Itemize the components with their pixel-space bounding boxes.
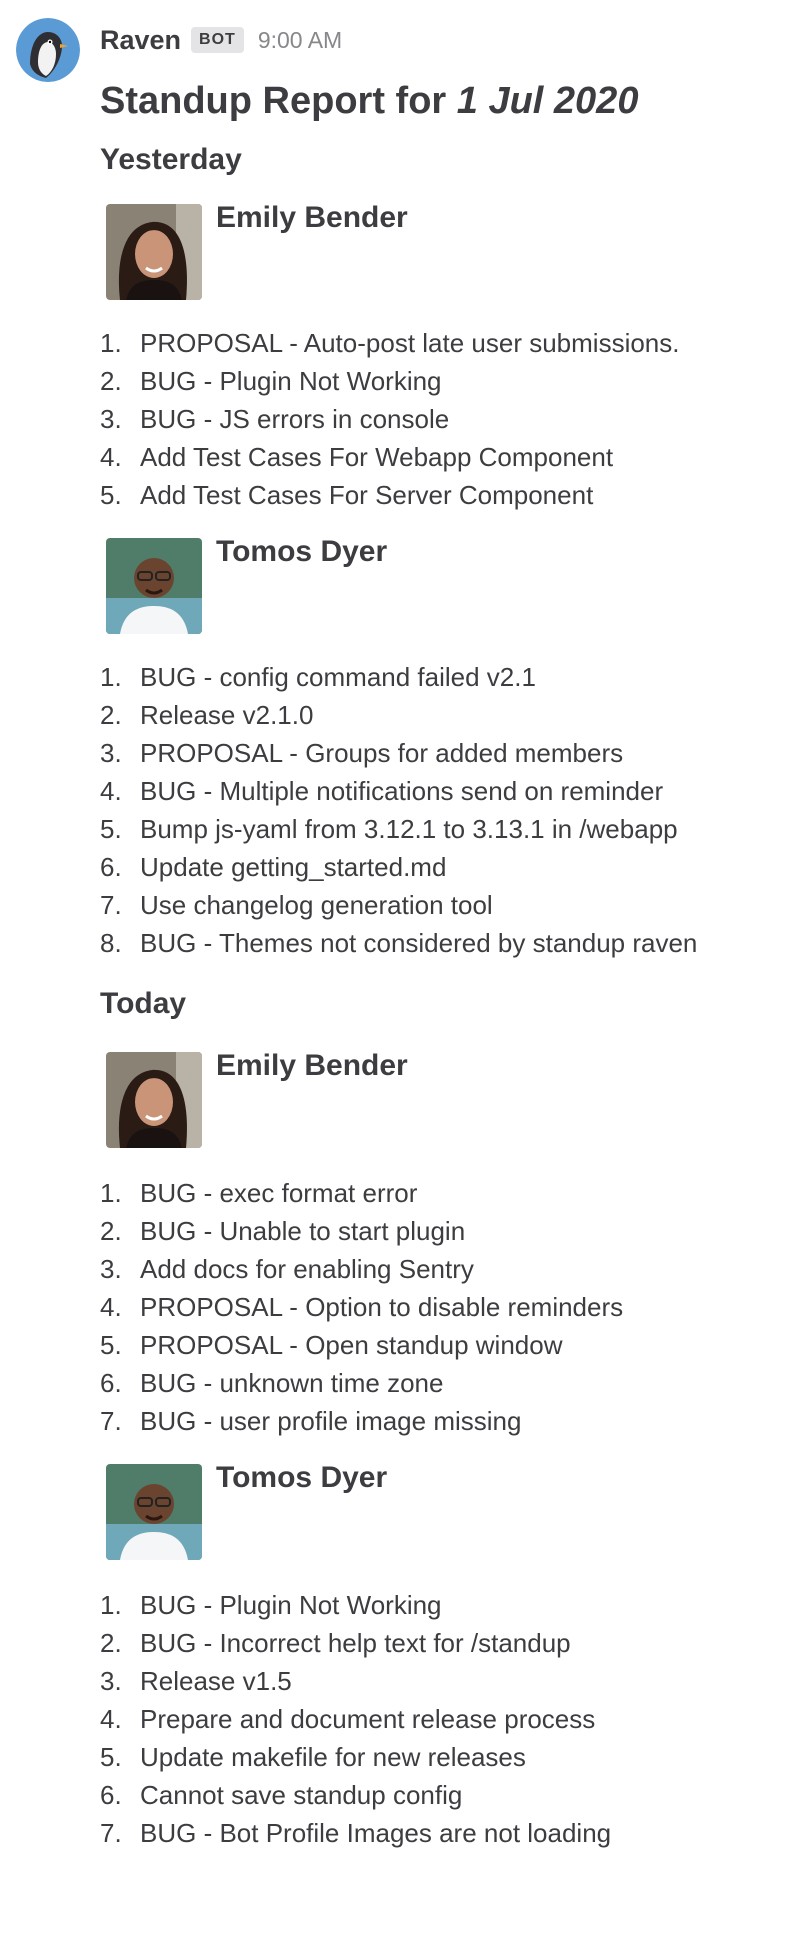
user-avatar[interactable] [106,1464,202,1560]
bot-badge: BOT [191,27,244,53]
list-item: 1. PROPOSAL - Auto-post late user submiss… [100,324,780,362]
list-item: 4. Add Test Cases For Webapp Component [100,438,780,476]
user-photo-icon [106,1464,202,1560]
list-item: 7. BUG - user profile image missing [100,1402,780,1440]
list-item: 1. BUG - config command failed v2.1 [100,658,780,696]
list-item: 5. Update makefile for new releases [100,1738,780,1776]
user-block: Emily Bender [100,1049,780,1148]
task-text: Add docs for enabling Sentry [140,1254,474,1284]
post-header: Raven BOT 9:00 AM [100,22,780,58]
list-item: 2. BUG - Unable to start plugin [100,1212,780,1250]
bot-avatar[interactable] [16,18,80,82]
chat-post: Raven BOT 9:00 AM Standup Report for 1 J… [0,0,800,1940]
task-text: BUG - Bot Profile Images are not loading [140,1818,612,1848]
section-heading-today: Today [100,987,187,1020]
user-photo-icon [106,538,202,634]
post-timestamp[interactable]: 9:00 AM [258,27,342,54]
task-text: PROPOSAL - Groups for added members [140,738,624,768]
list-item: 4. PROPOSAL - Option to disable reminders [100,1288,780,1326]
list-item: 2. BUG - Incorrect help text for /standup [100,1624,780,1662]
list-item: 7. BUG - Bot Profile Images are not loadi… [100,1814,780,1852]
list-item: 5. PROPOSAL - Open standup window [100,1326,780,1364]
task-text: BUG - Plugin Not Working [140,1590,442,1620]
task-text: BUG - Multiple notifications send on rem… [140,776,664,806]
task-text: BUG - user profile image missing [140,1406,522,1436]
task-text: BUG - unknown time zone [140,1368,444,1398]
user-name[interactable]: Emily Bender [216,1046,408,1086]
user-photo-icon [106,1052,202,1148]
list-item: 3. Add docs for enabling Sentry [100,1250,780,1288]
report-title-prefix: Standup Report for [100,80,457,122]
task-text: Add Test Cases For Webapp Component [140,442,614,472]
penguin-avatar-icon [16,18,80,82]
list-item: 4. Prepare and document release process [100,1700,780,1738]
list-item: 1. BUG - exec format error [100,1174,780,1212]
list-item: 7. Use changelog generation tool [100,886,780,924]
list-item: 1. BUG - Plugin Not Working [100,1586,780,1624]
task-text: Update makefile for new releases [140,1742,526,1772]
task-text: BUG - JS errors in console [140,404,450,434]
list-item: 6. BUG - unknown time zone [100,1364,780,1402]
user-avatar[interactable] [106,1052,202,1148]
report-title: Standup Report for 1 Jul 2020 [100,76,780,126]
task-text: BUG - Plugin Not Working [140,366,442,396]
user-name[interactable]: Tomos Dyer [216,532,387,572]
task-text: Prepare and document release process [140,1704,596,1734]
list-item: 6. Update getting_started.md [100,848,780,886]
task-list: 1. BUG - exec format error 2. BUG - Unable… [100,1174,780,1440]
task-text: Release v2.1.0 [140,700,314,730]
list-item: 5. Bump js-yaml from 3.12.1 to 3.13.1 in … [100,810,780,848]
task-text: PROPOSAL - Auto-post late user submissio… [140,328,680,358]
task-text: BUG - Themes not considered by standup r… [140,928,698,958]
task-text: Add Test Cases For Server Component [140,480,594,510]
list-item: 3. Release v1.5 [100,1662,780,1700]
task-text: Bump js-yaml from 3.12.1 to 3.13.1 in /w… [140,814,678,844]
task-list: 1. BUG - Plugin Not Working 2. BUG - Incor… [100,1586,780,1852]
task-text: Cannot save standup config [140,1780,463,1810]
list-item: 2. BUG - Plugin Not Working [100,362,780,400]
user-name[interactable]: Emily Bender [216,198,408,238]
task-text: Release v1.5 [140,1666,292,1696]
list-item: 8. BUG - Themes not considered by standup… [100,924,780,962]
task-text: PROPOSAL - Option to disable reminders [140,1292,624,1322]
task-text: Use changelog generation tool [140,890,493,920]
task-text: BUG - config command failed v2.1 [140,662,536,692]
section-heading-yesterday: Yesterday [100,143,242,176]
user-block: Tomos Dyer [100,1461,780,1560]
list-item: 6. Cannot save standup config [100,1776,780,1814]
bot-username[interactable]: Raven [100,25,181,56]
task-list: 1. BUG - config command failed v2.1 2. Rel… [100,658,780,962]
list-item: 2. Release v2.1.0 [100,696,780,734]
task-text: BUG - Unable to start plugin [140,1216,466,1246]
user-block: Tomos Dyer [100,535,780,634]
list-item: 4. BUG - Multiple notifications send on r… [100,772,780,810]
user-block: Emily Bender [100,201,780,300]
user-photo-icon [106,204,202,300]
report-title-date: 1 Jul 2020 [456,80,639,122]
task-text: PROPOSAL - Open standup window [140,1330,563,1360]
list-item: 3. BUG - JS errors in console [100,400,780,438]
task-text: Update getting_started.md [140,852,447,882]
task-list: 1. PROPOSAL - Auto-post late user submiss… [100,324,780,514]
user-avatar[interactable] [106,538,202,634]
user-name[interactable]: Tomos Dyer [216,1458,387,1498]
task-text: BUG - Incorrect help text for /standup [140,1628,571,1658]
list-item: 5. Add Test Cases For Server Component [100,476,780,514]
list-item: 3. PROPOSAL - Groups for added members [100,734,780,772]
task-text: BUG - exec format error [140,1178,418,1208]
user-avatar[interactable] [106,204,202,300]
post-body: Raven BOT 9:00 AM Standup Report for 1 J… [100,22,780,1852]
